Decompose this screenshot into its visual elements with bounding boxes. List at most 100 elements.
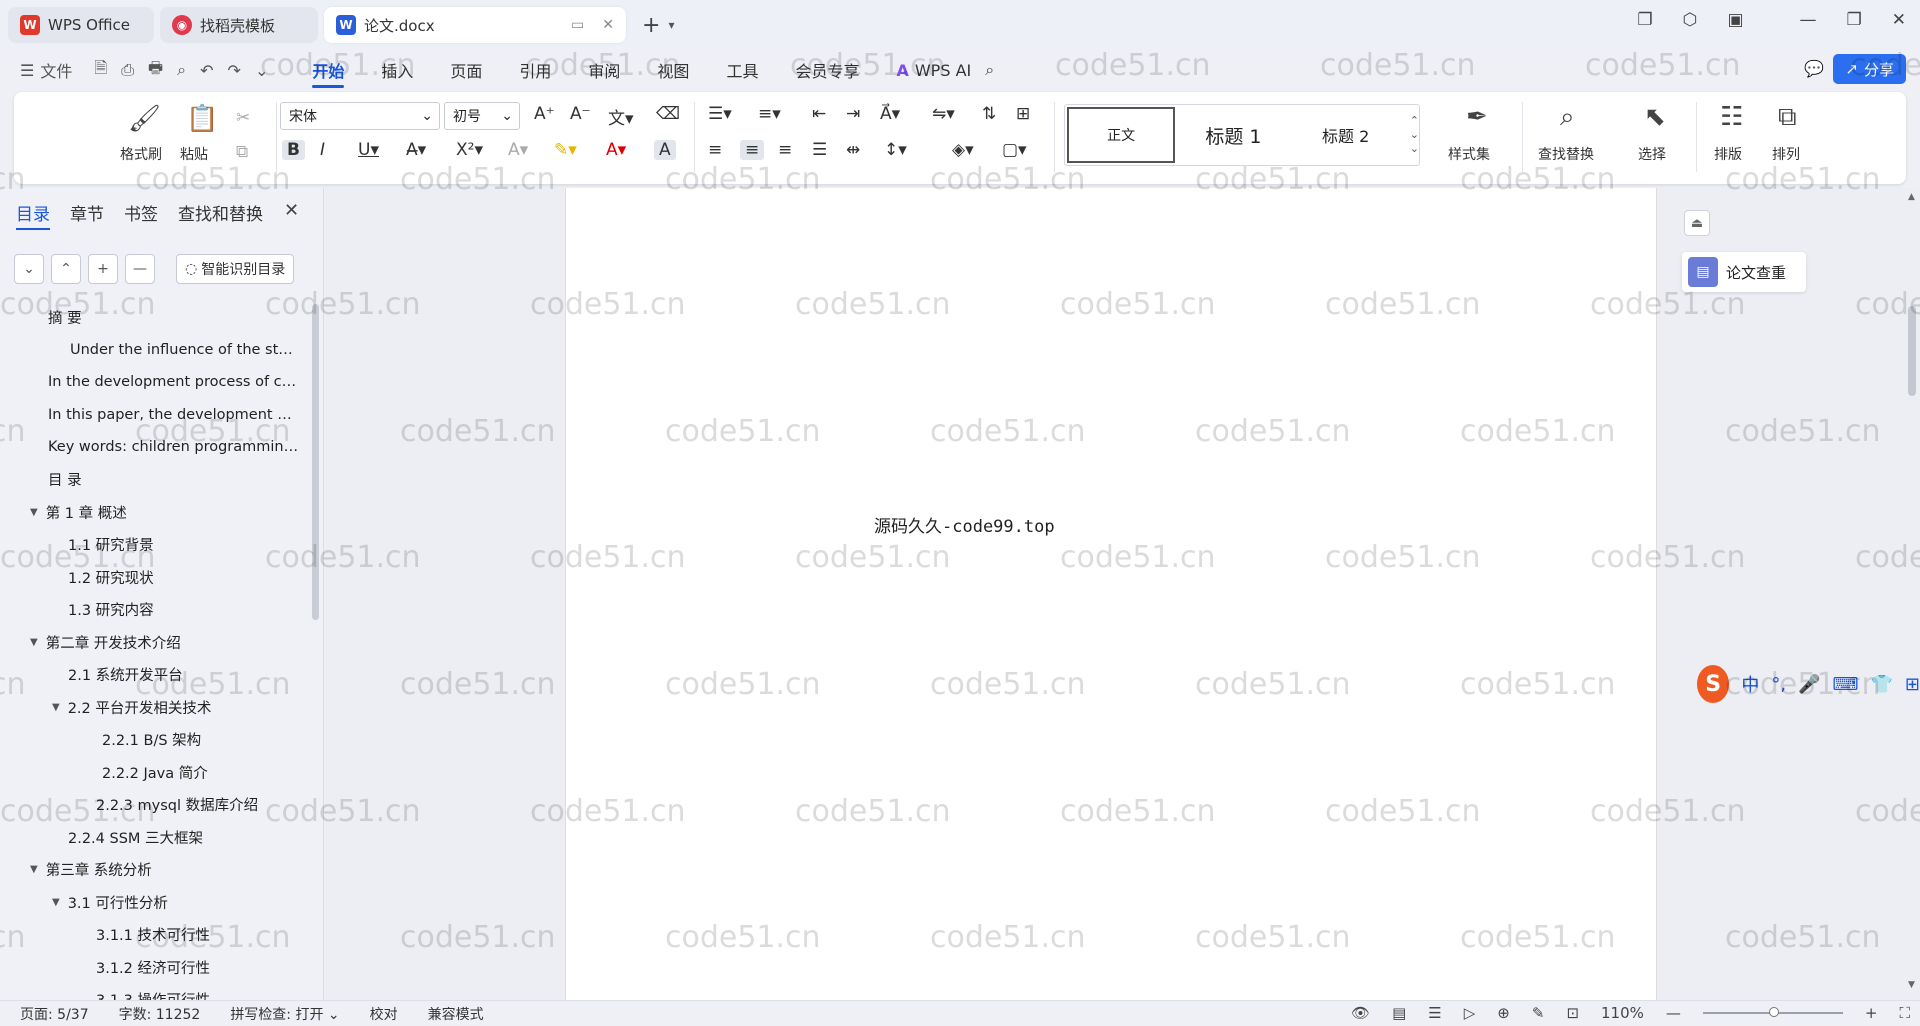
toc-item[interactable]: 摘 要 xyxy=(48,305,82,329)
menu-page[interactable]: 页面 xyxy=(450,58,482,82)
style-set-label[interactable]: 样式集 xyxy=(1448,144,1490,164)
toc-item[interactable]: Key words: children programmin… xyxy=(48,435,298,459)
paste-icon[interactable]: 📋 xyxy=(186,104,218,134)
search-icon[interactable]: ⌕ xyxy=(985,60,994,80)
undo-icon[interactable]: ↶ xyxy=(200,61,213,80)
char-shading-icon[interactable]: A xyxy=(654,140,676,160)
underline-button[interactable]: U▾ xyxy=(358,140,379,160)
numbered-list-icon[interactable]: ≡▾ xyxy=(758,104,781,124)
phonetic-guide-icon[interactable]: 文▾ xyxy=(608,104,634,129)
toc-item[interactable]: In this paper, the development b… xyxy=(48,403,300,427)
microphone-icon[interactable]: 🎤 xyxy=(1798,674,1820,695)
sort-icon[interactable]: ⇋▾ xyxy=(932,104,955,124)
align-right-icon[interactable]: ≡ xyxy=(778,140,792,160)
word-count[interactable]: 字数: 11252 xyxy=(119,1004,201,1024)
tab-list-chevron-icon[interactable]: ▾ xyxy=(668,18,674,32)
clear-format-icon[interactable]: ⌫ xyxy=(656,104,680,124)
toc-item[interactable]: ▼ 第二章 开发技术介绍 xyxy=(30,630,181,654)
expand-triangle-icon[interactable]: ▼ xyxy=(52,702,60,713)
toc-item[interactable]: 1.2 研究现状 xyxy=(68,565,154,589)
font-color-icon[interactable]: A▾ xyxy=(606,140,626,160)
tab-sections[interactable]: 章节 xyxy=(70,200,104,230)
hamburger-icon[interactable]: ☰ xyxy=(20,61,34,80)
increase-indent-icon[interactable]: ⇥ xyxy=(846,104,860,124)
new-tab-button[interactable]: + xyxy=(642,13,660,38)
strikethrough-button[interactable]: A̶▾ xyxy=(406,140,426,160)
layout-label[interactable]: 排版 xyxy=(1714,144,1742,164)
toc-item[interactable]: 2.1 系统开发平台 xyxy=(68,663,183,687)
find-replace-icon[interactable]: ⌕ xyxy=(1560,102,1575,133)
sogou-logo-icon[interactable]: S xyxy=(1697,665,1730,703)
copy-icon[interactable]: ⧉ xyxy=(236,142,248,162)
toc-item[interactable]: ▼ 第三章 系统分析 xyxy=(30,858,152,882)
font-name-select[interactable]: 宋体 ⌄ xyxy=(280,102,440,130)
redo-icon[interactable]: ↷ xyxy=(228,61,241,80)
skin-icon[interactable]: 👕 xyxy=(1870,674,1892,695)
menu-member[interactable]: 会员专享 xyxy=(795,58,859,82)
select-label[interactable]: 选择 xyxy=(1638,144,1666,164)
layout-icon[interactable]: ☷ xyxy=(1720,102,1743,132)
italic-button[interactable]: I xyxy=(320,140,325,160)
toc-item[interactable]: In the development process of c… xyxy=(48,370,296,394)
toc-item[interactable]: 2.2.4 SSM 三大框架 xyxy=(68,825,203,849)
format-painter-label[interactable]: 格式刷 xyxy=(120,144,162,164)
outline-view-icon[interactable]: ☰ xyxy=(1428,1004,1441,1022)
chat-icon[interactable]: 💬 xyxy=(1804,59,1824,78)
paper-check-button[interactable]: ▤ 论文查重 xyxy=(1682,252,1806,292)
toc-item[interactable]: 3.1.2 经济可行性 xyxy=(96,955,210,979)
web-view-icon[interactable]: ⊕ xyxy=(1497,1004,1510,1022)
menu-review[interactable]: 审阅 xyxy=(588,58,620,82)
maximize-icon[interactable]: ❐ xyxy=(1847,10,1862,30)
save-icon[interactable]: 🗎 xyxy=(94,57,107,84)
grow-font-icon[interactable]: A⁺ xyxy=(534,104,555,124)
tab-wps-office[interactable]: W WPS Office xyxy=(8,7,154,43)
menu-insert[interactable]: 插入 xyxy=(381,58,413,82)
window-switch-icon[interactable]: ▭ xyxy=(571,17,584,33)
document-text[interactable]: 源码久久-code99.top xyxy=(874,512,1055,537)
select-icon[interactable]: ⬉ xyxy=(1644,102,1666,132)
print-icon[interactable]: 🖶 xyxy=(148,57,163,84)
superscript-button[interactable]: X²▾ xyxy=(456,140,483,160)
more-chevron-icon[interactable]: ⌄ xyxy=(255,61,268,80)
page-indicator[interactable]: 页面: 5/37 xyxy=(20,1004,89,1024)
proofread[interactable]: 校对 xyxy=(370,1004,398,1024)
menu-references[interactable]: 引用 xyxy=(519,58,551,82)
smart-toc-button[interactable]: ◌ 智能识别目录 xyxy=(176,254,295,284)
close-icon[interactable]: ✕ xyxy=(284,200,299,221)
close-window-icon[interactable]: ✕ xyxy=(1892,10,1906,30)
align-left-icon[interactable]: ≡ xyxy=(708,140,722,160)
toc-item[interactable]: 2.2.3 mysql 数据库介绍 xyxy=(96,793,258,817)
find-replace-label[interactable]: 查找替换 xyxy=(1538,144,1594,164)
menu-home[interactable]: 开始 xyxy=(312,58,345,88)
expand-icon[interactable]: ⌃ xyxy=(51,254,81,284)
collapse-panel-icon[interactable]: ⏏ xyxy=(1684,210,1710,236)
cube-icon[interactable]: ⬡ xyxy=(1683,10,1698,30)
toc-item[interactable]: 2.2.1 B/S 架构 xyxy=(102,728,201,752)
paste-label[interactable]: 粘贴 xyxy=(180,144,208,164)
document-page[interactable]: 源码久久-code99.top xyxy=(565,188,1657,1000)
ime-mode[interactable]: 中 xyxy=(1741,671,1759,697)
document-scrollbar[interactable]: ▲ ▼ xyxy=(1905,188,1920,1000)
format-painter-icon[interactable]: 🖌 xyxy=(128,104,161,134)
ime-punct[interactable]: °, xyxy=(1771,674,1786,695)
menu-tools[interactable]: 工具 xyxy=(726,58,758,82)
share-button[interactable]: ↗ 分享 xyxy=(1833,54,1906,84)
style-heading-1[interactable]: 标题 1 xyxy=(1179,107,1287,163)
text-direction-icon[interactable]: A⃗▾ xyxy=(880,104,900,124)
toc-item[interactable]: 3.1.1 技术可行性 xyxy=(96,923,210,947)
close-tab-icon[interactable]: ✕ xyxy=(602,17,614,33)
minimize-icon[interactable]: — xyxy=(1800,10,1817,30)
line-spacing-icon[interactable]: ↕▾ xyxy=(884,140,907,160)
toc-item[interactable]: ▼ 3.1 可行性分析 xyxy=(52,890,168,914)
distribute-icon[interactable]: ⇹ xyxy=(846,140,860,160)
play-icon[interactable]: ▷ xyxy=(1464,1004,1476,1022)
zoom-knob[interactable] xyxy=(1768,1007,1779,1017)
arrange-label[interactable]: 排列 xyxy=(1772,144,1800,164)
multi-window-icon[interactable]: ❐ xyxy=(1637,10,1652,30)
style-set-icon[interactable]: ✒ xyxy=(1466,102,1488,132)
zoom-out-icon[interactable]: — xyxy=(1666,1004,1681,1022)
expand-triangle-icon[interactable]: ▼ xyxy=(52,897,60,908)
decrease-indent-icon[interactable]: ⇤ xyxy=(812,104,826,124)
scroll-up-icon[interactable]: ▲ xyxy=(1908,192,1915,202)
add-icon[interactable]: + xyxy=(88,254,118,284)
